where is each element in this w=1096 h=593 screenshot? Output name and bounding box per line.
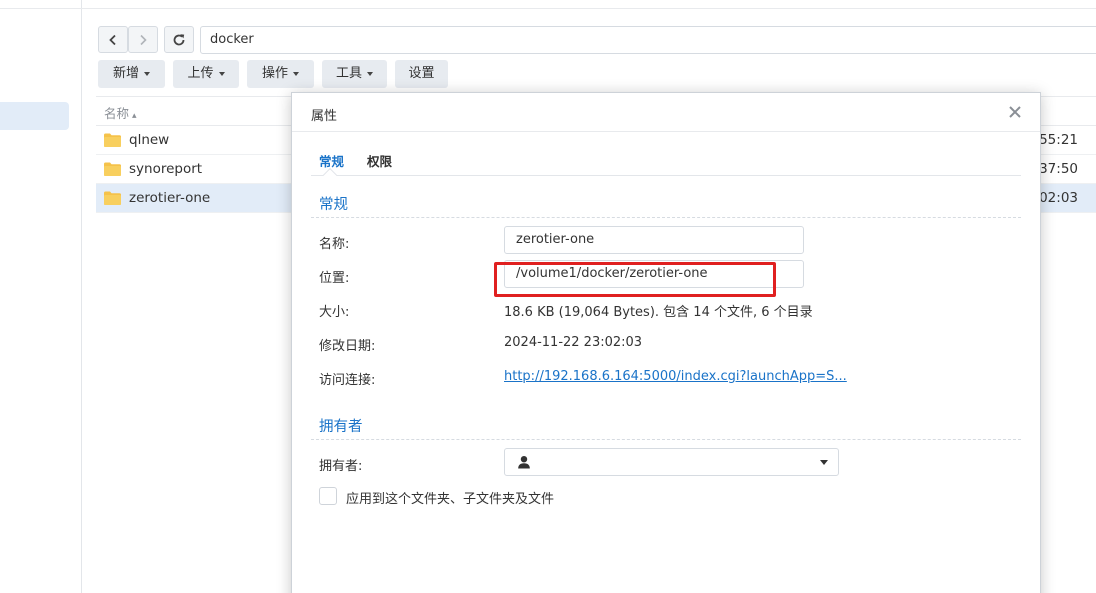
settings-button[interactable]: 设置 [395,60,448,88]
forward-button[interactable] [128,26,158,53]
top-divider [82,8,1096,9]
file-time: 02:03 [1039,190,1078,206]
dropdown-arrow-icon [820,460,828,465]
close-icon[interactable] [1006,103,1024,121]
owner-label: 拥有者: [319,459,363,474]
name-label: 名称: [319,237,350,252]
apply-recursive-label: 应用到这个文件夹、子文件夹及文件 [346,492,555,507]
sidebar-item-selected[interactable] [0,102,69,130]
tab-permissions[interactable]: 权限 [367,151,392,170]
section-title-owner: 拥有者 [319,419,363,435]
section-divider [311,439,1021,440]
column-name-header[interactable]: 名称 ▴ [104,103,137,122]
apply-recursive-checkbox[interactable] [319,487,337,505]
settings-button-label: 设置 [408,66,435,81]
dialog-title-divider [292,131,1040,132]
file-time: 37:50 [1039,161,1078,177]
caret-down-icon [293,71,299,76]
tab-bar-divider [311,175,1021,176]
upload-button-label: 上传 [187,66,214,81]
refresh-icon [173,33,185,45]
caret-down-icon [144,71,150,76]
file-name: synoreport [129,161,203,177]
dialog-title: 属性 [311,109,338,124]
tab-general[interactable]: 常规 [319,151,344,170]
back-button[interactable] [98,26,128,53]
caret-down-icon [367,71,373,76]
highlight-box [494,262,776,297]
folder-icon [104,133,121,147]
sidebar [0,0,82,593]
new-button[interactable]: 新增 [98,60,165,88]
file-name: zerotier-one [129,190,211,206]
properties-dialog: 属性 常规 权限 常规 名称: zerotier-one 位置: /volume… [291,92,1041,593]
section-divider [311,217,1021,218]
upload-button[interactable]: 上传 [173,60,239,88]
owner-select[interactable] [504,448,839,476]
chevron-right-icon [140,34,147,45]
sort-asc-icon: ▴ [132,111,137,121]
size-value: 18.6 KB (19,064 Bytes). 包含 14 个文件, 6 个目录 [504,305,813,320]
action-button[interactable]: 操作 [247,60,314,88]
modified-value: 2024-11-22 23:02:03 [504,335,643,350]
caret-down-icon [218,71,225,76]
section-title-general: 常规 [319,197,348,213]
size-label: 大小: [319,305,350,320]
file-time: 55:21 [1039,132,1078,148]
new-button-label: 新增 [112,66,139,81]
name-field[interactable]: zerotier-one [504,226,804,254]
tools-button[interactable]: 工具 [322,60,387,88]
active-tab-indicator [322,167,338,183]
folder-icon [104,162,121,176]
folder-icon [104,191,121,205]
access-link[interactable]: http://192.168.6.164:5000/index.cgi?laun… [504,369,847,384]
link-label: 访问连接: [319,373,376,388]
action-button-label: 操作 [261,66,288,81]
path-input[interactable]: docker [200,26,1096,54]
location-label: 位置: [319,271,350,286]
refresh-button[interactable] [164,26,194,53]
tools-button-label: 工具 [335,66,362,81]
chevron-left-icon [109,34,116,45]
sidebar-divider [0,8,82,9]
column-name-label: 名称 [104,106,130,121]
user-icon [518,456,530,469]
file-name: qlnew [129,132,170,148]
modified-label: 修改日期: [319,339,376,354]
